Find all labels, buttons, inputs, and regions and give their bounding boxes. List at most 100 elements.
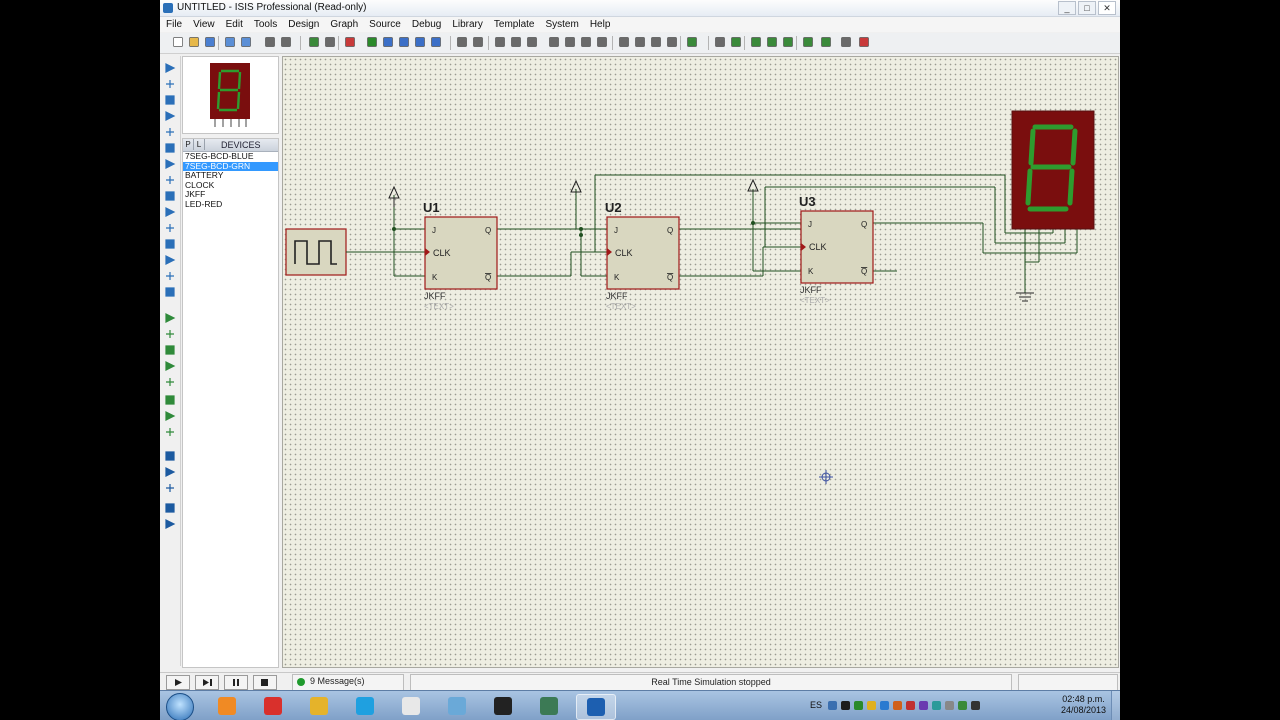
box-tool[interactable]	[164, 328, 176, 340]
menu-graph[interactable]: Graph	[324, 17, 363, 32]
wire-autorouter-button[interactable]	[686, 36, 698, 48]
show-desktop-button[interactable]	[1111, 691, 1120, 720]
menu-edit[interactable]: Edit	[220, 17, 248, 32]
schematic-drawing[interactable]: U1 J CLK K Q Q JKFF <TEXT> U2 J CLK K Q …	[283, 57, 1118, 667]
tray-icon[interactable]	[932, 701, 941, 710]
search-button[interactable]	[714, 36, 726, 48]
menu-library[interactable]: Library	[446, 17, 488, 32]
redo-button[interactable]	[472, 36, 484, 48]
text-tool[interactable]	[164, 394, 176, 406]
current-probe-tool[interactable]	[164, 270, 176, 282]
power-terminals[interactable]	[388, 178, 759, 207]
maximize-button[interactable]: □	[1078, 1, 1096, 15]
block-rotate-button[interactable]	[580, 36, 592, 48]
circle-tool[interactable]	[164, 344, 176, 356]
rotate-cw-tool[interactable]	[164, 450, 176, 462]
voltage-probe-tool[interactable]	[164, 254, 176, 266]
paste-button[interactable]	[526, 36, 538, 48]
grid-button[interactable]	[324, 36, 336, 48]
start-button[interactable]	[166, 693, 194, 720]
schematic-canvas[interactable]: U1 J CLK K Q Q JKFF <TEXT> U2 J CLK K Q …	[282, 56, 1119, 668]
taskbar-app-tools[interactable]	[530, 694, 568, 718]
taskbar-app-pdf[interactable]	[254, 694, 292, 718]
refresh-button[interactable]	[308, 36, 320, 48]
menu-file[interactable]: File	[160, 17, 187, 32]
taskbar-app-windows-media-player[interactable]	[208, 694, 246, 718]
pick-device-button[interactable]	[618, 36, 630, 48]
ground-terminal[interactable]	[1016, 292, 1034, 302]
flipflop-u1[interactable]: U1 J CLK K Q Q JKFF <TEXT>	[423, 200, 498, 311]
netlist-button[interactable]	[858, 36, 870, 48]
print-button[interactable]	[264, 36, 276, 48]
menu-source[interactable]: Source	[363, 17, 406, 32]
device-pins-tool[interactable]	[164, 190, 176, 202]
block-delete-button[interactable]	[596, 36, 608, 48]
selection-mode-tool[interactable]	[164, 62, 176, 74]
taskbar-app-skype[interactable]	[346, 694, 384, 718]
line-tool[interactable]	[164, 312, 176, 324]
component-mode-tool[interactable]	[164, 78, 176, 90]
device-item[interactable]: LED-RED	[183, 199, 278, 210]
export-button[interactable]	[240, 36, 252, 48]
flipflop-u2[interactable]: U2 J CLK K Q Q JKFF <TEXT>	[605, 200, 680, 311]
block-move-button[interactable]	[564, 36, 576, 48]
flipflop-u3[interactable]: U3 J CLK K Q Q JKFF <TEXT>	[799, 194, 874, 305]
pan-button[interactable]	[366, 36, 378, 48]
origin-button[interactable]	[344, 36, 356, 48]
menu-system[interactable]: System	[539, 17, 583, 32]
symbol-tool[interactable]	[164, 410, 176, 422]
minimize-button[interactable]: _	[1058, 1, 1076, 15]
open-button[interactable]	[188, 36, 200, 48]
zoom-out-button[interactable]	[398, 36, 410, 48]
exit-to-parent-button[interactable]	[802, 36, 814, 48]
wire-label-tool[interactable]	[164, 110, 176, 122]
make-device-button[interactable]	[634, 36, 646, 48]
pick-devices-button[interactable]: P	[183, 139, 194, 150]
rotate-ccw-tool[interactable]	[164, 466, 176, 478]
tray-icon[interactable]	[919, 701, 928, 710]
menu-template[interactable]: Template	[488, 17, 540, 32]
copy-button[interactable]	[510, 36, 522, 48]
zoom-in-button[interactable]	[382, 36, 394, 48]
taskbar-app-game[interactable]	[392, 694, 430, 718]
design-explorer-button[interactable]	[750, 36, 762, 48]
graph-tool[interactable]	[164, 206, 176, 218]
print-area-button[interactable]	[280, 36, 292, 48]
tray-icon[interactable]	[945, 701, 954, 710]
path-tool[interactable]	[164, 376, 176, 388]
tray-icon[interactable]	[906, 701, 915, 710]
step-button[interactable]	[195, 675, 219, 690]
terminals-tool[interactable]	[164, 174, 176, 186]
close-button[interactable]: ✕	[1098, 1, 1116, 15]
tape-recorder-tool[interactable]	[164, 222, 176, 234]
packaging-button[interactable]	[650, 36, 662, 48]
taskbar-app-chrome[interactable]	[300, 694, 338, 718]
taskbar-app-phone[interactable]	[484, 694, 522, 718]
bill-of-materials-button[interactable]	[820, 36, 832, 48]
angle-tool[interactable]	[164, 482, 176, 494]
zoom-all-button[interactable]	[414, 36, 426, 48]
taskbar-app-notepad[interactable]	[438, 694, 476, 718]
tray-icon[interactable]	[854, 701, 863, 710]
virtual-instruments-tool[interactable]	[164, 286, 176, 298]
electrical-rules-button[interactable]	[840, 36, 852, 48]
arc-tool[interactable]	[164, 360, 176, 372]
overview-window[interactable]	[182, 56, 279, 134]
tray-icon[interactable]	[971, 701, 980, 710]
library-manager-button[interactable]: L	[194, 139, 205, 150]
tray-icon[interactable]	[867, 701, 876, 710]
menu-design[interactable]: Design	[282, 17, 324, 32]
seven-segment-display[interactable]	[1011, 110, 1095, 230]
menu-help[interactable]: Help	[584, 17, 616, 32]
cut-button[interactable]	[494, 36, 506, 48]
mirror-y-tool[interactable]	[164, 518, 176, 530]
block-copy-button[interactable]	[548, 36, 560, 48]
text-script-tool[interactable]	[164, 126, 176, 138]
stop-button[interactable]	[253, 675, 277, 690]
undo-button[interactable]	[456, 36, 468, 48]
menu-view[interactable]: View	[187, 17, 220, 32]
remove-sheet-button[interactable]	[782, 36, 794, 48]
save-button[interactable]	[204, 36, 216, 48]
zoom-area-button[interactable]	[430, 36, 442, 48]
messages-indicator[interactable]: 9 Message(s)	[292, 674, 404, 691]
